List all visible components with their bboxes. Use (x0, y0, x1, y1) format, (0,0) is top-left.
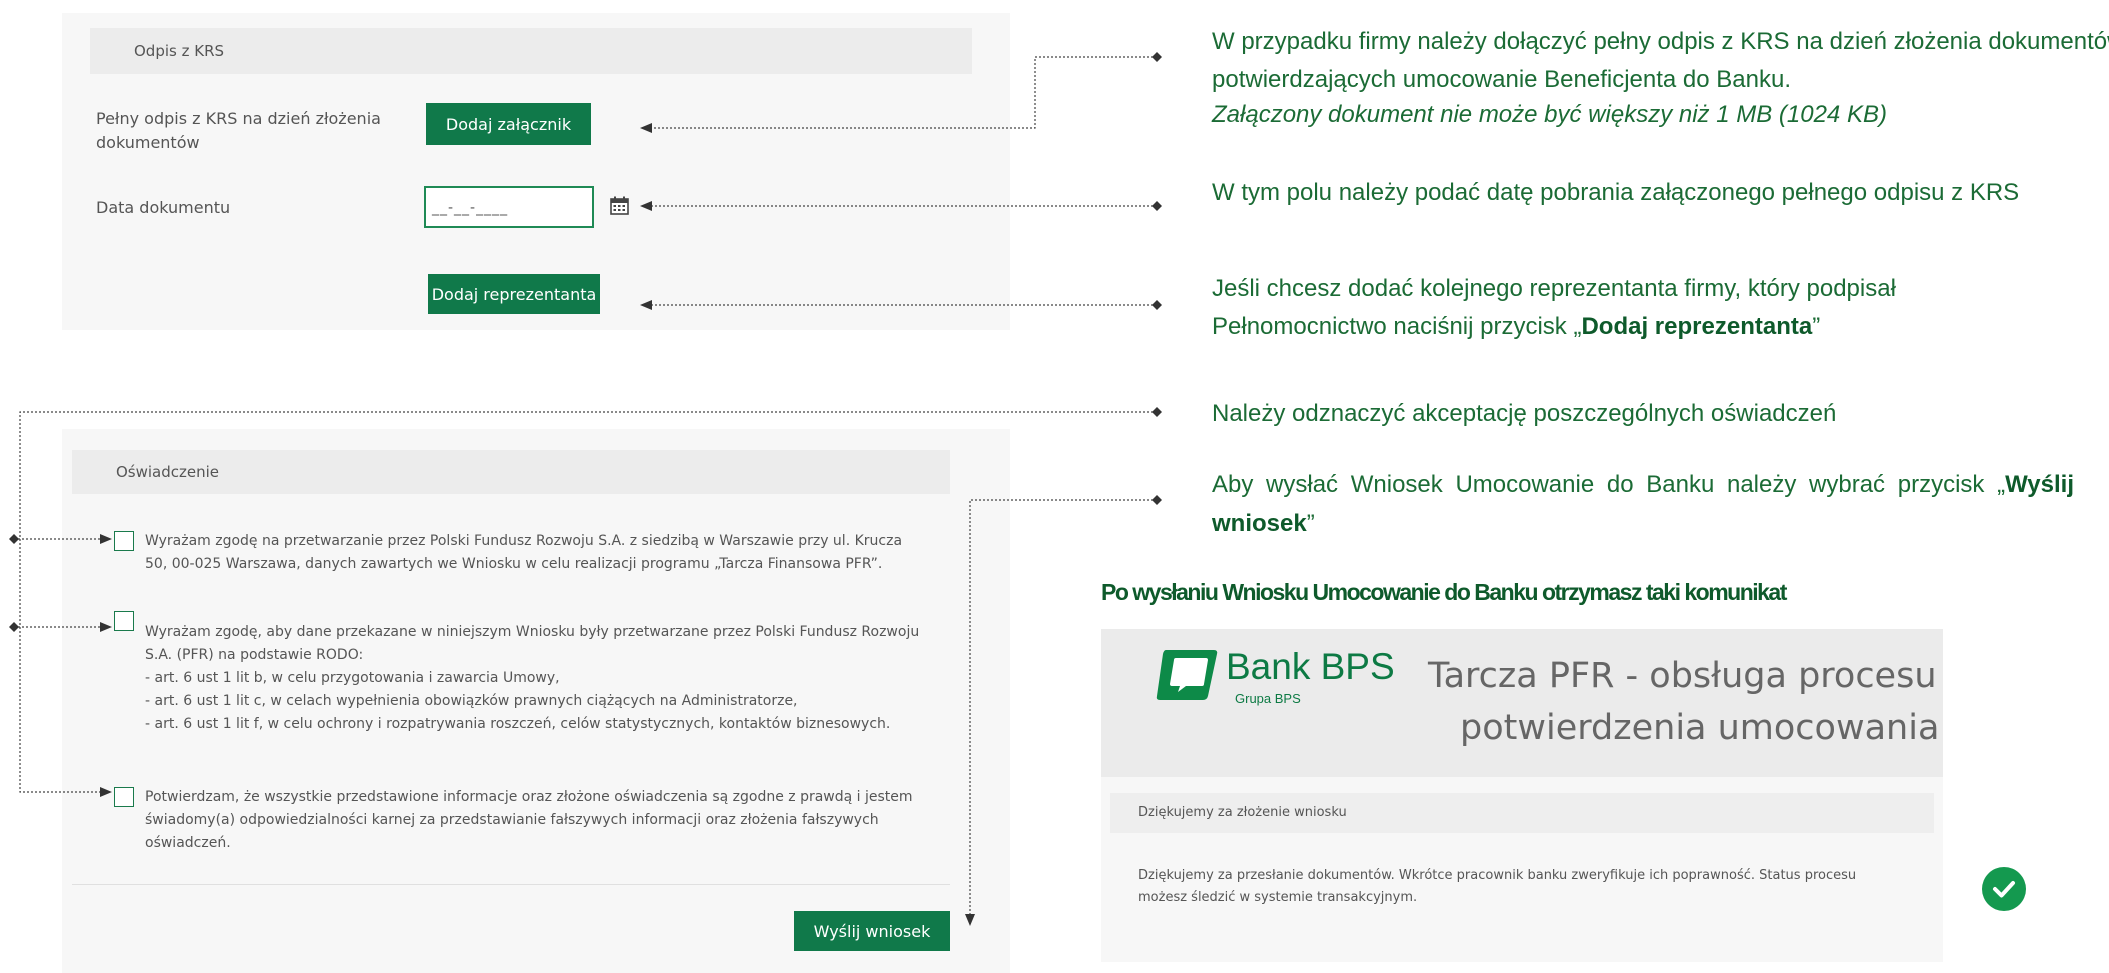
annotation-connectors (9, 52, 1162, 926)
